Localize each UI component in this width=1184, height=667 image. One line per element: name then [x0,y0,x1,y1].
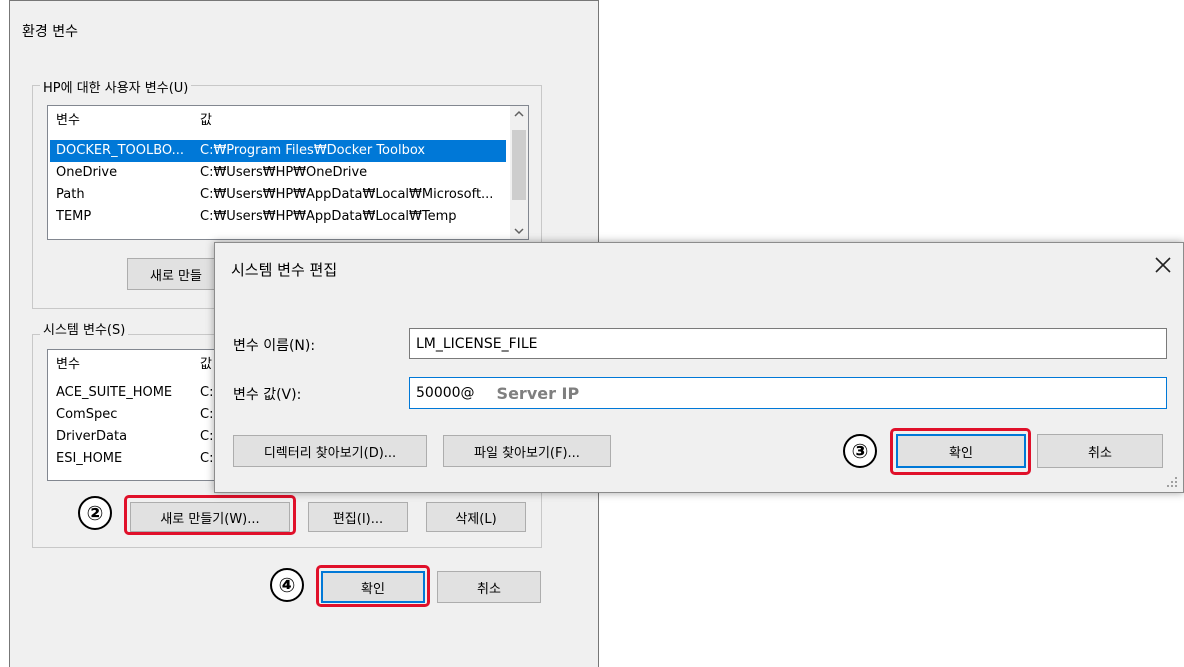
row-value: C:₩Program Files₩Docker Toolbox [200,143,426,158]
dialog-title: 시스템 변수 편집 [231,261,338,279]
variable-value-label: 변수 값(V): [233,387,302,403]
table-row[interactable]: Path C:₩Users₩HP₩AppData₩Local₩Microsoft… [50,184,506,206]
close-icon[interactable] [1153,255,1175,277]
variable-value-input[interactable]: 50000@ Server IP [409,377,1167,409]
row-value: C:₩Users₩HP₩AppData₩Local₩Microsoft... [200,187,494,202]
row-variable: DOCKER_TOOLBO... [56,143,185,158]
column-header-value[interactable]: 값 [200,110,212,132]
table-row[interactable]: TEMP C:₩Users₩HP₩AppData₩Local₩Temp [50,206,506,228]
row-variable: ACE_SUITE_HOME [56,385,173,400]
resize-grip-icon[interactable] [1165,475,1179,493]
step3-badge: ③ [843,434,877,468]
row-value: C: [200,385,214,400]
step4-highlight [316,565,430,607]
system-variables-label: 시스템 변수(S) [40,319,129,338]
row-variable: OneDrive [56,165,118,180]
value-text: 50000@ [416,385,475,401]
row-variable: TEMP [56,209,92,224]
window-title: 환경 변수 [22,24,78,40]
browse-directory-button[interactable]: 디렉터리 찾아보기(D)... [233,435,427,467]
row-value: C: [200,451,214,466]
row-variable: DriverData [56,429,128,444]
row-value: C:₩Users₩HP₩AppData₩Local₩Temp [200,209,457,224]
edit-system-variable-dialog: 시스템 변수 편집 변수 이름(N): LM_LICENSE_FILE 변수 값… [214,242,1184,493]
server-ip-hint: Server IP [496,383,580,403]
step3-highlight [890,428,1031,475]
step2-highlight [124,495,296,535]
vertical-scrollbar[interactable] [510,106,528,239]
row-variable: ComSpec [56,407,118,422]
user-variables-list[interactable]: 변수 값 DOCKER_TOOLBO... C:₩Program Files₩D… [47,105,529,240]
system-delete-button[interactable]: 삭제(L) [426,502,526,532]
chevron-up-icon[interactable] [514,110,524,121]
row-variable: ESI_HOME [56,451,123,466]
variable-name-label: 변수 이름(N): [233,338,316,354]
table-row[interactable]: DOCKER_TOOLBO... C:₩Program Files₩Docker… [50,140,506,162]
dialog-cancel-button[interactable]: 취소 [1037,434,1163,468]
row-value: C: [200,429,214,444]
user-variables-label: HP에 대한 사용자 변수(U) [40,77,192,96]
step2-badge: ② [78,496,112,530]
chevron-down-icon[interactable] [514,224,524,239]
row-value: C: [200,407,214,422]
system-edit-button[interactable]: 편집(I)... [308,502,408,532]
browse-file-button[interactable]: 파일 찾아보기(F)... [443,435,611,467]
user-new-button[interactable]: 새로 만들 [127,258,217,290]
table-row[interactable]: OneDrive C:₩Users₩HP₩OneDrive [50,162,506,184]
env-cancel-button[interactable]: 취소 [437,571,541,603]
list-header: 변수 값 [50,110,510,132]
scrollbar-thumb[interactable] [512,130,526,200]
column-header-variable[interactable]: 변수 [56,354,80,376]
row-variable: Path [56,187,85,202]
step4-badge: ④ [270,568,304,602]
column-header-variable[interactable]: 변수 [56,110,80,132]
row-value: C:₩Users₩HP₩OneDrive [200,165,368,180]
column-header-value[interactable]: 값 [200,354,212,376]
variable-name-input[interactable]: LM_LICENSE_FILE [409,328,1167,359]
